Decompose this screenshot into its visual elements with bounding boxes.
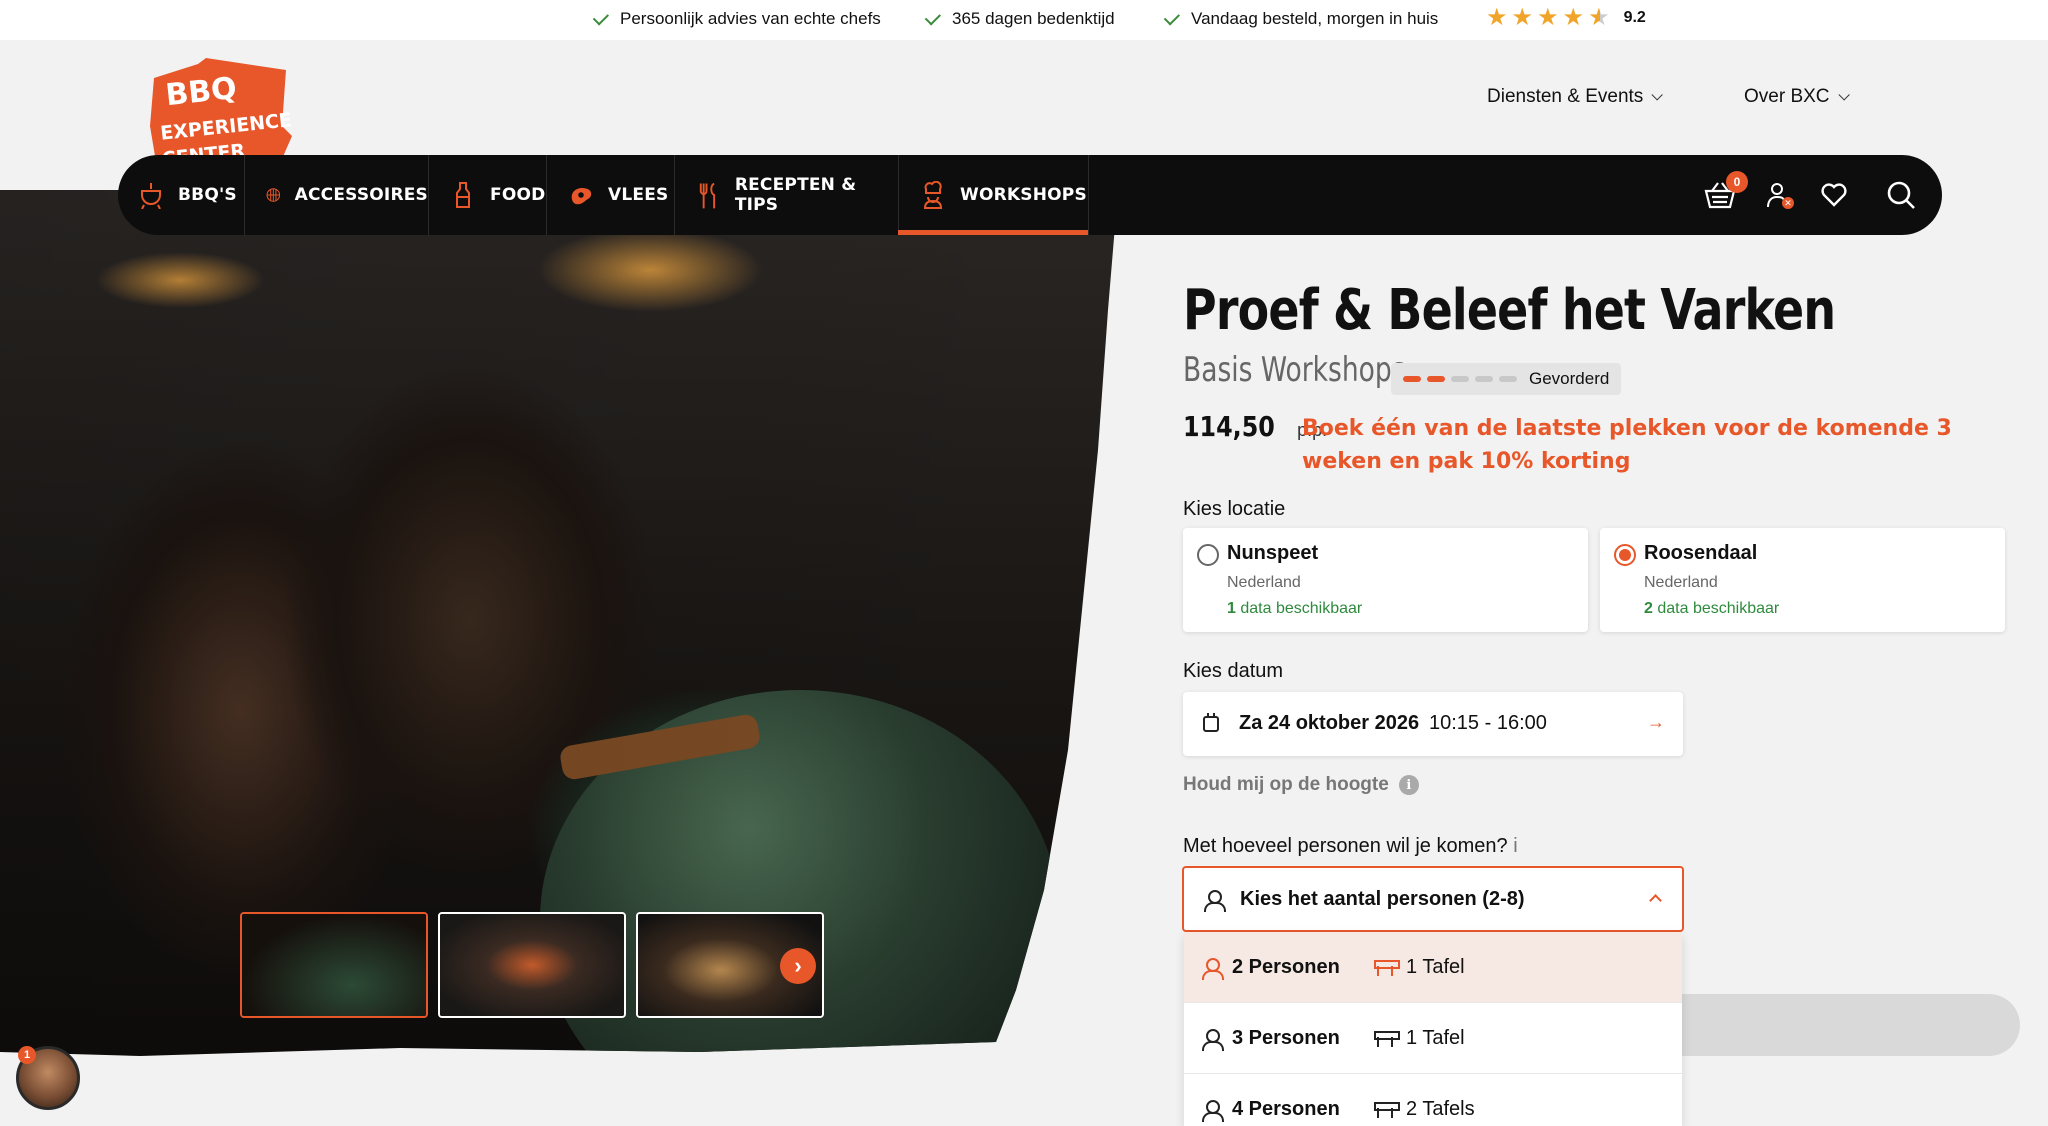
location-label: Kies locatie [1183,498,1286,520]
wishlist-button[interactable] [1820,155,1848,235]
product-title: Proef & Beleef het Varken [1183,278,1836,343]
thumbnail[interactable] [438,912,626,1018]
promo-text: Boek één van de laatste plekken voor de … [1302,416,1952,474]
info-icon[interactable]: i [1508,835,1517,857]
table-icon [1374,960,1400,976]
chat-badge: 1 [18,1046,36,1064]
persons-label: Met hoeveel personen wil je komen? i [1183,835,1518,857]
calendar-icon [1203,713,1219,732]
diensten-events-menu[interactable]: Diensten & Events [1487,86,1664,108]
radio-button[interactable] [1197,544,1219,566]
search-icon [1887,181,1915,209]
rating-value: 9.2 [1623,9,1646,26]
over-bxc-menu[interactable]: Over BXC [1744,86,1850,108]
search-button[interactable] [1886,155,1916,235]
chevron-right-icon[interactable]: › [780,948,816,984]
half-star-icon: ★ [1588,4,1610,31]
date-label: Kies datum [1183,660,1284,682]
svg-text:BBQ: BBQ [164,71,239,113]
grill-grate-icon [266,188,281,202]
date-picker[interactable]: Za 24 oktober 2026 10:15 - 16:00 → [1183,692,1683,756]
nav-item-bbqs[interactable]: BBQ'S [118,155,244,235]
level-bar [1499,376,1517,382]
table-icon [1374,1031,1400,1047]
level-badge: Gevorderd [1391,363,1622,395]
star-icon: ★ [1562,4,1585,31]
header: BBQ EXPERIENCE CENTER Diensten & Events … [0,40,2048,174]
level-bar [1451,376,1469,382]
check-icon [1163,8,1181,26]
location-option-roosendaal[interactable]: Roosendaal Nederland 2 data beschikbaar [1600,528,2005,632]
star-icon: ★ [1486,4,1508,31]
cart-button[interactable]: 0 [1704,155,1748,235]
bbq-icon [141,183,161,209]
rating[interactable]: ★ ★ ★ ★ ★ 9.2 [1486,6,1646,30]
steak-icon [571,187,592,205]
cart-count-badge: 0 [1726,171,1748,193]
bottle-icon [456,182,470,208]
main-nav: BBQ'S ACCESSOIRES FOOD VLEES RECEPTEN & … [118,155,1942,235]
thumbnail[interactable]: › [636,912,824,1018]
usp-item: 365 dagen bedenktijd [924,8,1115,29]
persons-dropdown: 2 Personen 1 Tafel 3 Personen 1 Tafel 4 … [1184,932,1682,1126]
close-icon: ✕ [1782,197,1794,209]
persons-select[interactable]: Kies het aantal personen (2-8) [1182,866,1684,932]
person-icon [1202,1029,1224,1051]
chevron-down-icon [1837,89,1850,101]
nav-item-vlees[interactable]: VLEES [546,155,674,235]
level-bar [1403,376,1421,382]
heart-icon [1821,183,1847,207]
persons-option[interactable]: 4 Personen 2 Tafels [1184,1074,1682,1126]
chef-icon [923,181,943,209]
table-icon [1374,1102,1400,1118]
arrow-right-icon: → [1647,712,1665,732]
availability-text: 2 data beschikbaar [1644,600,1780,617]
nav-item-workshops[interactable]: WORKSHOPS [898,155,1088,235]
person-icon [1202,1100,1224,1122]
check-icon [924,8,942,26]
usp-bar: Persoonlijk advies van echte chefs 365 d… [0,0,2048,40]
book-button[interactable] [1640,994,2020,1056]
person-icon [1204,890,1226,912]
person-icon [1202,958,1224,980]
notify-me-link[interactable]: Houd mij op de hoogte i [1183,774,1419,796]
radio-button[interactable] [1614,544,1636,566]
usp-item: Vandaag besteld, morgen in huis [1163,8,1438,29]
account-button[interactable]: ✕ [1766,155,1794,235]
star-icon: ★ [1511,4,1534,31]
nav-item-recepten-tips[interactable]: RECEPTEN & TIPS [674,155,898,235]
gallery-thumbnails: › [240,912,824,1018]
usp-item: Persoonlijk advies van echte chefs [592,8,881,29]
level-bar [1427,376,1445,382]
persons-option[interactable]: 3 Personen 1 Tafel [1184,1003,1682,1074]
check-icon [592,8,610,26]
location-option-nunspeet[interactable]: Nunspeet Nederland 1 data beschikbaar [1183,528,1588,632]
info-icon[interactable]: i [1398,775,1419,795]
product-category: Basis Workshops [1183,350,1406,390]
cutlery-icon [699,182,716,209]
chevron-down-icon [1651,89,1664,101]
star-icon: ★ [1537,4,1559,31]
nav-item-food[interactable]: FOOD [428,155,546,235]
chevron-up-icon [1649,894,1662,907]
level-bar [1475,376,1493,382]
availability-text: 1 data beschikbaar [1227,600,1363,617]
thumbnail[interactable] [240,912,428,1018]
persons-option[interactable]: 2 Personen 1 Tafel [1184,932,1682,1003]
nav-item-accessoires[interactable]: ACCESSOIRES [244,155,428,235]
